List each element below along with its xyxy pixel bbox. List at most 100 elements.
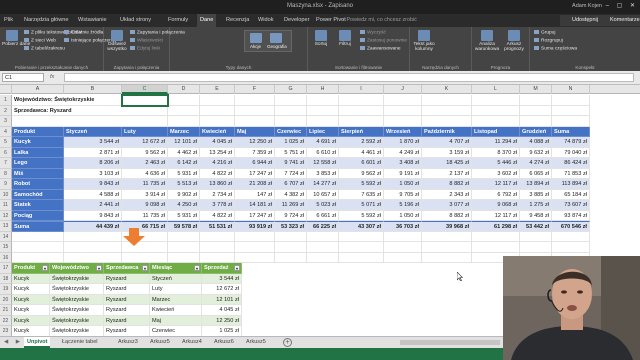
row-header[interactable]: 21 (0, 305, 12, 316)
empty-cell[interactable] (168, 95, 200, 106)
value-cell[interactable]: 2 441 zł (64, 200, 122, 211)
empty-cell[interactable] (384, 105, 422, 116)
value-cell[interactable]: 2 734 zł (200, 189, 235, 200)
row-header[interactable]: 20 (0, 294, 12, 305)
unpivot-cell[interactable]: 12 101 zł (202, 294, 242, 305)
value-cell[interactable]: 4 822 zł (200, 210, 235, 221)
value-cell[interactable]: 65 184 zł (552, 189, 590, 200)
empty-cell[interactable] (64, 252, 122, 263)
fx-icon[interactable]: fx (50, 74, 54, 80)
empty-cell[interactable] (339, 252, 384, 263)
value-cell[interactable]: 9 724 zł (275, 210, 307, 221)
empty-cell[interactable] (552, 105, 590, 116)
empty-cell[interactable] (552, 95, 590, 106)
row-header[interactable]: 16 (0, 252, 12, 263)
empty-cell[interactable] (275, 116, 307, 127)
info-cell[interactable] (12, 116, 122, 127)
row-header[interactable]: 9 (0, 179, 12, 190)
empty-cell[interactable] (235, 95, 275, 106)
value-cell[interactable]: 4 691 zł (307, 137, 339, 148)
empty-cell[interactable] (122, 252, 168, 263)
column-heading[interactable]: Sierpień (339, 126, 384, 137)
value-cell[interactable]: 8 370 zł (472, 147, 520, 158)
horizontal-scrollbar[interactable] (400, 340, 500, 345)
value-cell[interactable]: 3 544 zł (64, 137, 122, 148)
empty-cell[interactable] (384, 95, 422, 106)
edit-links-button[interactable]: Edytuj linki (130, 46, 160, 51)
row-header[interactable]: 1 (0, 95, 12, 106)
row-header[interactable]: 14 (0, 231, 12, 242)
value-cell[interactable]: 11 294 zł (472, 137, 520, 148)
sheet-tab-arkusz5b[interactable]: Arkusz5 (246, 337, 266, 348)
sheet-tab-arkusz5a[interactable]: Arkusz5 (150, 337, 170, 348)
value-cell[interactable]: 5 446 zł (472, 158, 520, 169)
unpivot-cell[interactable]: Kwiecień (150, 305, 202, 316)
tab-data[interactable]: Dane (197, 14, 217, 27)
empty-cell[interactable] (307, 116, 339, 127)
empty-cell[interactable] (422, 116, 472, 127)
value-cell[interactable]: 5 071 zł (339, 200, 384, 211)
sum-label-cell[interactable]: Suma (12, 221, 64, 232)
unpivot-cell[interactable]: Czerwiec (150, 326, 202, 336)
unpivot-cell[interactable]: Kucyk (12, 326, 50, 336)
column-header[interactable]: I (339, 85, 384, 94)
tell-me-search[interactable]: ☼ Powiedz mi, co chcesz zrobić (340, 17, 417, 23)
value-cell[interactable]: 3 778 zł (200, 200, 235, 211)
column-header[interactable]: K (422, 85, 472, 94)
empty-cell[interactable] (307, 95, 339, 106)
value-cell[interactable]: 2 343 zł (422, 189, 472, 200)
row-header[interactable]: 10 (0, 189, 12, 200)
value-cell[interactable]: 5 931 zł (168, 168, 200, 179)
empty-cell[interactable] (384, 252, 422, 263)
row-header[interactable]: 23 (0, 326, 12, 336)
text-to-columns-button[interactable]: Tekst jako kolumny (412, 30, 436, 52)
column-header[interactable]: D (168, 85, 200, 94)
unpivot-cell[interactable]: 12 672 zł (202, 284, 242, 295)
refresh-all-button[interactable]: Odśwież wszystko (106, 30, 128, 52)
forecast-sheet-button[interactable]: Arkusz prognozy (502, 30, 526, 52)
value-cell[interactable]: 4 636 zł (122, 168, 168, 179)
empty-cell[interactable] (339, 231, 384, 242)
row-header[interactable]: 2 (0, 105, 12, 116)
value-cell[interactable]: 9 191 zł (384, 168, 422, 179)
value-cell[interactable]: 9 562 zł (122, 147, 168, 158)
value-cell[interactable]: 4 461 zł (339, 147, 384, 158)
value-cell[interactable]: 1 050 zł (384, 179, 422, 190)
select-all-corner[interactable] (0, 85, 12, 94)
empty-cell[interactable] (275, 105, 307, 116)
unpivot-cell[interactable]: Świętokrzyskie (50, 294, 104, 305)
value-cell[interactable]: 11 735 zł (122, 210, 168, 221)
unpivot-cell[interactable]: Ryszard (104, 284, 150, 295)
unpivot-cell[interactable]: Ryszard (104, 305, 150, 316)
empty-cell[interactable] (12, 242, 64, 253)
empty-cell[interactable] (472, 95, 520, 106)
empty-cell[interactable] (200, 95, 235, 106)
clear-button[interactable]: Wyczyść (360, 30, 386, 35)
sort-button[interactable]: Sortuj (312, 30, 330, 47)
ungroup-button[interactable]: Rozgrupuj (534, 38, 563, 43)
row-header[interactable]: 19 (0, 284, 12, 295)
empty-cell[interactable] (339, 242, 384, 253)
value-cell[interactable]: 12 672 zł (122, 137, 168, 148)
column-heading[interactable]: Październik (422, 126, 472, 137)
column-heading[interactable]: Lipiec (307, 126, 339, 137)
comments-button[interactable]: Komentarze (600, 15, 640, 26)
empty-cell[interactable] (520, 116, 552, 127)
value-cell[interactable]: 2 137 zł (422, 168, 472, 179)
product-cell[interactable]: Statek (12, 200, 64, 211)
column-heading[interactable]: Suma (552, 126, 590, 137)
column-header[interactable]: N (552, 85, 590, 94)
filter-dropdown-icon[interactable]: ▾ (194, 265, 200, 271)
value-cell[interactable]: 9 632 zł (520, 147, 552, 158)
unpivot-cell[interactable]: Kucyk (12, 305, 50, 316)
sheet-tab-arkusz3[interactable]: Arkusz3 (118, 337, 138, 348)
value-cell[interactable]: 3 077 zł (422, 200, 472, 211)
empty-cell[interactable] (384, 231, 422, 242)
value-cell[interactable]: 6 610 zł (307, 147, 339, 158)
value-cell[interactable]: 3 602 zł (472, 168, 520, 179)
value-cell[interactable]: 7 635 zł (339, 189, 384, 200)
row-header[interactable]: 22 (0, 315, 12, 326)
column-header[interactable]: J (384, 85, 422, 94)
value-cell[interactable]: 11 269 zł (275, 200, 307, 211)
value-cell[interactable]: 4 382 zł (275, 189, 307, 200)
